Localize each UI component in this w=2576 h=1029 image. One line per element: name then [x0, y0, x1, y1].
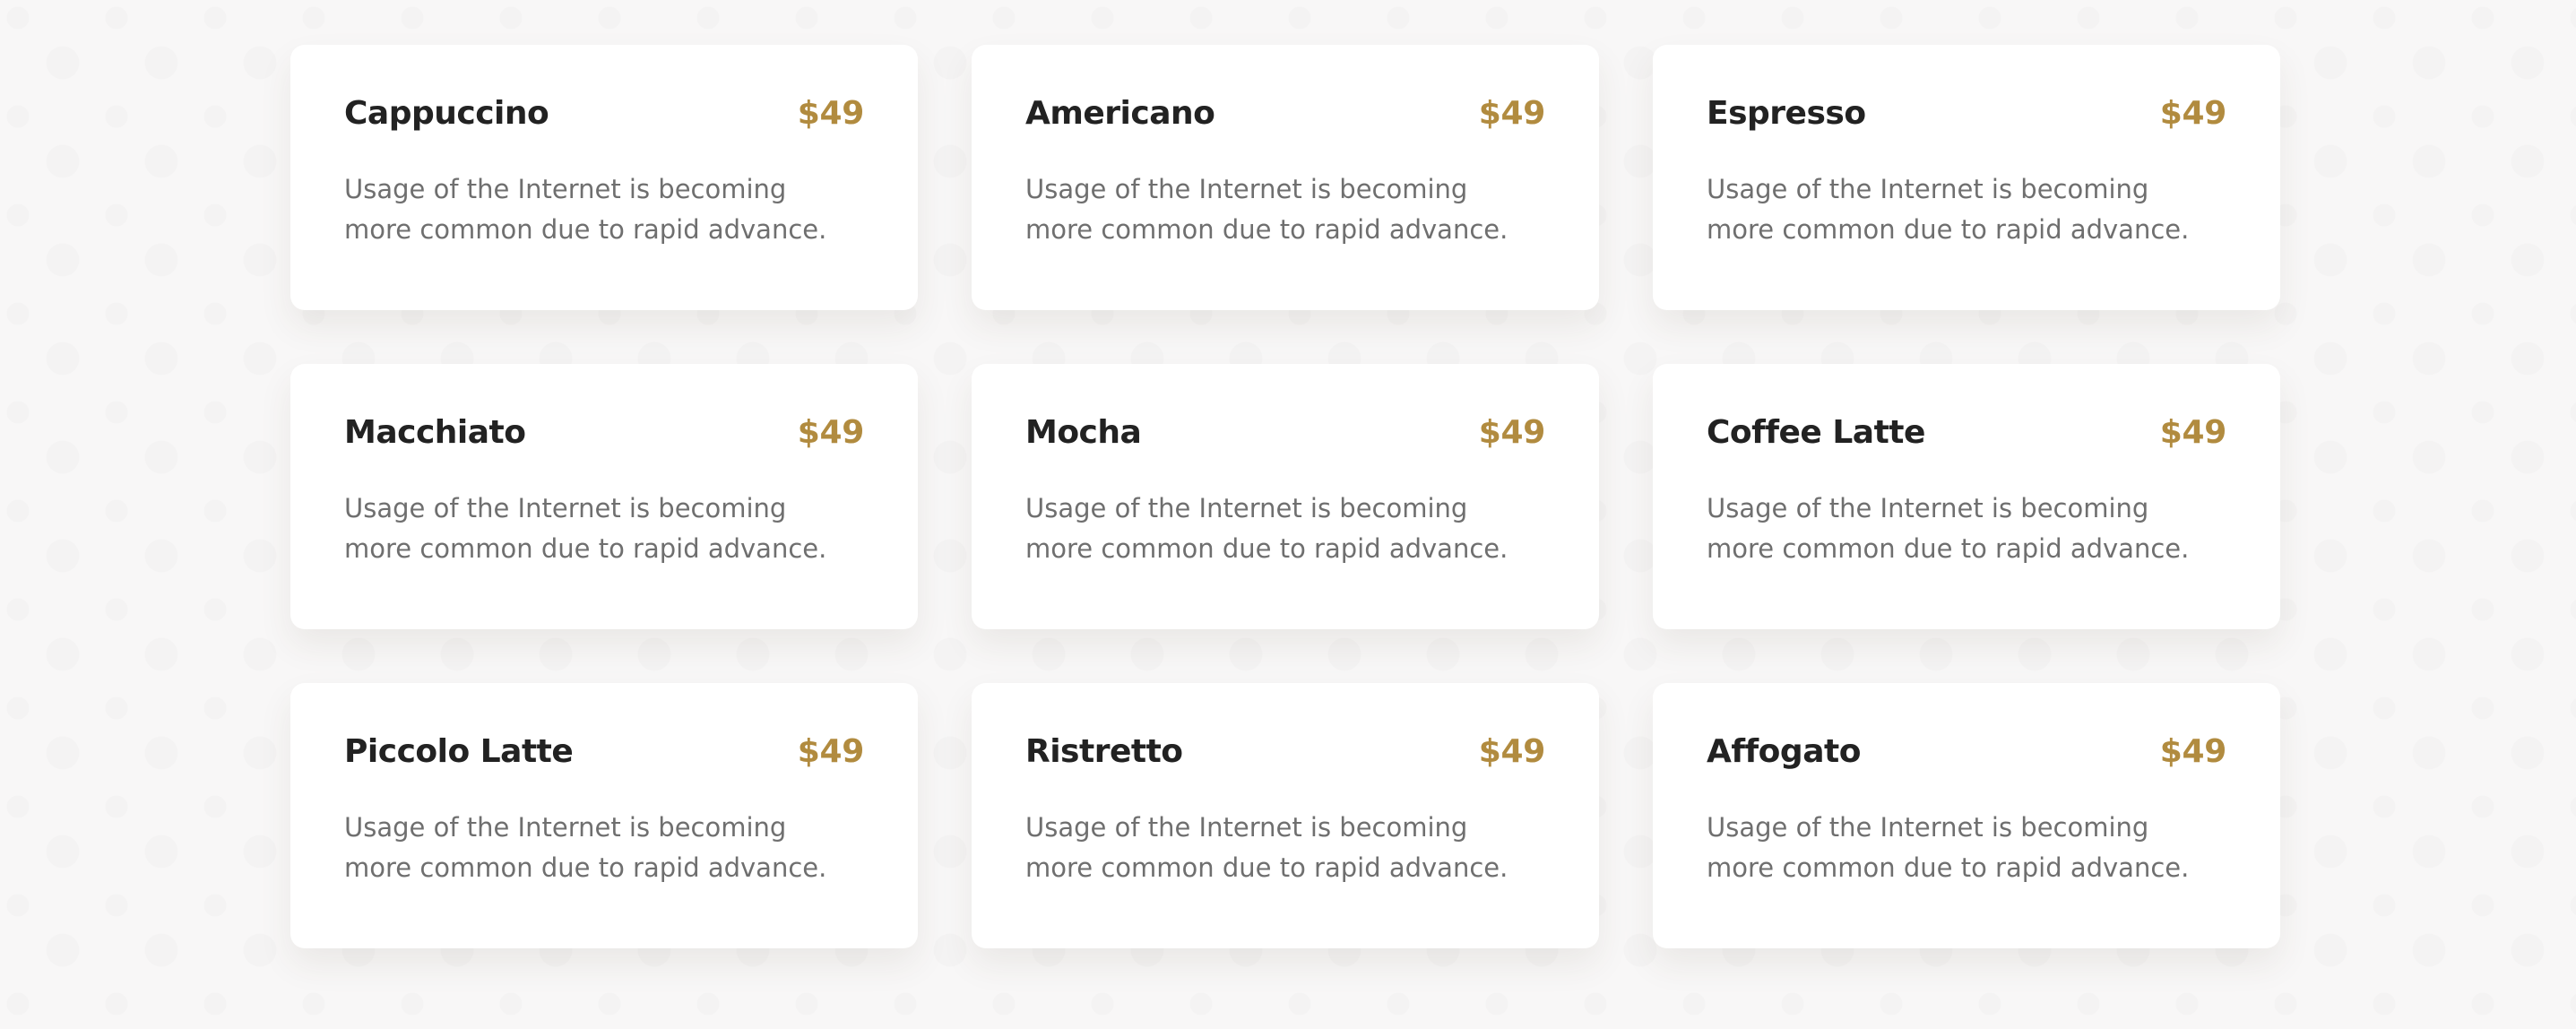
menu-item-name: Ristretto — [1025, 733, 1183, 770]
menu-item-description: Usage of the Internet is becoming more c… — [1707, 812, 2190, 883]
coffee-menu-grid: Cappuccino $49 Usage of the Internet is … — [290, 45, 2282, 948]
menu-item-description: Usage of the Internet is becoming more c… — [344, 493, 827, 564]
menu-item-name: Macchiato — [344, 414, 526, 451]
menu-item-name: Coffee Latte — [1707, 414, 1925, 451]
menu-item-name: Affogato — [1707, 733, 1861, 770]
menu-card-mocha[interactable]: Mocha $49 Usage of the Internet is becom… — [972, 364, 1599, 629]
menu-item-price: $49 — [797, 95, 865, 132]
menu-item-name: Cappuccino — [344, 95, 549, 132]
menu-card-header: Affogato $49 — [1707, 733, 2226, 770]
menu-card-header: Ristretto $49 — [1025, 733, 1545, 770]
menu-item-description: Usage of the Internet is becoming more c… — [344, 174, 827, 245]
menu-item-price: $49 — [1478, 733, 1546, 770]
menu-item-description: Usage of the Internet is becoming more c… — [344, 812, 827, 883]
menu-item-description: Usage of the Internet is becoming more c… — [1707, 174, 2190, 245]
menu-item-description: Usage of the Internet is becoming more c… — [1025, 493, 1508, 564]
menu-item-price: $49 — [2159, 95, 2227, 132]
menu-card-header: Mocha $49 — [1025, 414, 1545, 451]
menu-item-name: Piccolo Latte — [344, 733, 574, 770]
menu-card-macchiato[interactable]: Macchiato $49 Usage of the Internet is b… — [290, 364, 918, 629]
menu-card-piccolo-latte[interactable]: Piccolo Latte $49 Usage of the Internet … — [290, 683, 918, 948]
menu-item-price: $49 — [1478, 95, 1546, 132]
menu-card-header: Coffee Latte $49 — [1707, 414, 2226, 451]
menu-item-price: $49 — [2159, 414, 2227, 451]
menu-item-description: Usage of the Internet is becoming more c… — [1025, 174, 1508, 245]
menu-card-header: Americano $49 — [1025, 95, 1545, 132]
menu-card-affogato[interactable]: Affogato $49 Usage of the Internet is be… — [1653, 683, 2280, 948]
menu-item-description: Usage of the Internet is becoming more c… — [1025, 812, 1508, 883]
menu-item-price: $49 — [797, 733, 865, 770]
menu-card-espresso[interactable]: Espresso $49 Usage of the Internet is be… — [1653, 45, 2280, 310]
menu-card-header: Cappuccino $49 — [344, 95, 864, 132]
menu-card-header: Macchiato $49 — [344, 414, 864, 451]
menu-item-price: $49 — [797, 414, 865, 451]
menu-card-header: Espresso $49 — [1707, 95, 2226, 132]
menu-item-description: Usage of the Internet is becoming more c… — [1707, 493, 2190, 564]
menu-item-name: Espresso — [1707, 95, 1866, 132]
menu-item-price: $49 — [1478, 414, 1546, 451]
menu-card-cappuccino[interactable]: Cappuccino $49 Usage of the Internet is … — [290, 45, 918, 310]
menu-card-ristretto[interactable]: Ristretto $49 Usage of the Internet is b… — [972, 683, 1599, 948]
menu-card-header: Piccolo Latte $49 — [344, 733, 864, 770]
menu-card-americano[interactable]: Americano $49 Usage of the Internet is b… — [972, 45, 1599, 310]
menu-item-price: $49 — [2159, 733, 2227, 770]
menu-card-coffee-latte[interactable]: Coffee Latte $49 Usage of the Internet i… — [1653, 364, 2280, 629]
menu-item-name: Mocha — [1025, 414, 1142, 451]
menu-item-name: Americano — [1025, 95, 1215, 132]
